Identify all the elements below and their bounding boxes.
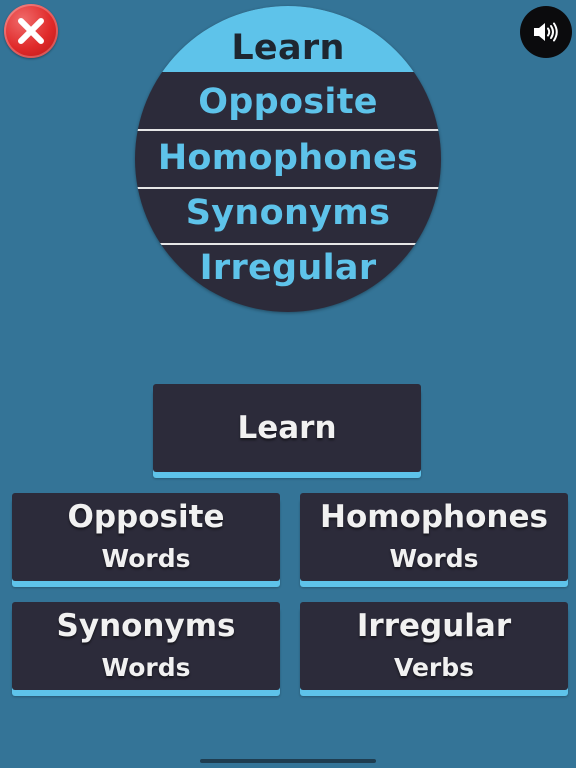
opposite-button-subtitle: Words <box>101 544 191 573</box>
wheel-item-homophones[interactable]: Homophones <box>135 136 441 180</box>
irregular-button-subtitle: Verbs <box>393 653 475 682</box>
close-button[interactable] <box>4 4 58 58</box>
opposite-button-title: Opposite <box>67 499 225 535</box>
close-icon <box>18 18 44 44</box>
opposite-words-button[interactable]: Opposite Words <box>12 493 280 581</box>
wheel-item-irregular[interactable]: Irregular <box>135 246 441 290</box>
wheel-item-synonyms[interactable]: Synonyms <box>135 191 441 235</box>
irregular-verbs-button[interactable]: Irregular Verbs <box>300 602 568 690</box>
sound-toggle-button[interactable] <box>520 6 572 58</box>
synonyms-button-subtitle: Words <box>101 653 191 682</box>
home-indicator[interactable] <box>200 759 376 763</box>
irregular-button-title: Irregular <box>356 608 512 644</box>
homophones-button-subtitle: Words <box>389 544 479 573</box>
wheel-divider <box>159 243 417 245</box>
learn-button-label: Learn <box>237 410 337 446</box>
homophones-button-title: Homophones <box>320 499 548 535</box>
learn-button[interactable]: Learn <box>153 384 421 472</box>
wheel-divider <box>135 187 441 189</box>
speaker-volume-icon <box>534 22 558 42</box>
synonyms-words-button[interactable]: Synonyms Words <box>12 602 280 690</box>
synonyms-button-title: Synonyms <box>56 608 236 644</box>
homophones-words-button[interactable]: Homophones Words <box>300 493 568 581</box>
wheel-item-opposite[interactable]: Opposite <box>135 80 441 124</box>
wheel-item-learn[interactable]: Learn <box>135 26 441 70</box>
category-wheel: Learn Opposite Homophones Synonyms Irreg… <box>135 6 441 312</box>
wheel-divider <box>135 129 441 131</box>
